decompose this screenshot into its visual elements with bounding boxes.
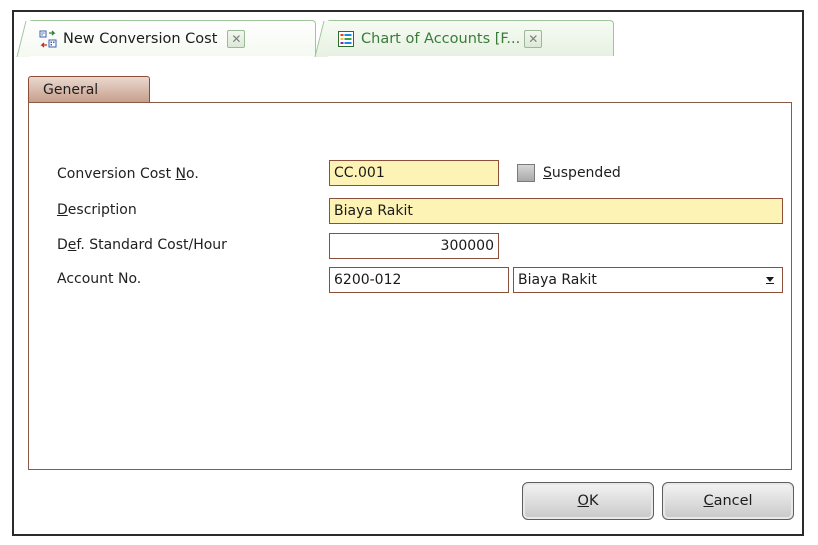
close-icon[interactable]: ✕ [524, 29, 543, 48]
description-label: Description [57, 202, 137, 218]
document-tab-strip: New Conversion Cost ✕ Chart of Accounts … [16, 18, 792, 58]
tab-label: Chart of Accounts [F... [361, 30, 521, 47]
conversion-cost-no-input[interactable]: CC.001 [329, 160, 499, 186]
account-name-value: Biaya Rakit [518, 272, 597, 288]
standard-cost-label: Def. Standard Cost/Hour [57, 237, 227, 253]
tab-new-conversion-cost[interactable]: New Conversion Cost ✕ [16, 20, 316, 57]
conversion-cost-icon [39, 30, 57, 48]
ok-button[interactable]: OK [522, 482, 654, 520]
tab-chart-of-accounts[interactable]: Chart of Accounts [F... ✕ [314, 20, 614, 57]
cancel-button[interactable]: Cancel [662, 482, 794, 520]
account-no-input[interactable]: 6200-012 [329, 267, 509, 293]
general-panel: Conversion Cost No. CC.001 Suspended Des… [28, 102, 792, 470]
tab-general[interactable]: General [28, 76, 150, 102]
account-name-dropdown[interactable]: Biaya Rakit [513, 267, 783, 293]
chevron-down-icon[interactable] [761, 271, 779, 289]
suspended-checkbox[interactable] [517, 164, 535, 182]
tab-slant [16, 21, 39, 57]
tab-slant [314, 21, 337, 57]
account-no-label: Account No. [57, 271, 142, 287]
close-icon[interactable]: ✕ [227, 29, 246, 48]
suspended-label: Suspended [543, 165, 621, 181]
conversion-cost-no-label: Conversion Cost No. [57, 166, 199, 182]
description-input[interactable]: Biaya Rakit [329, 198, 783, 224]
chart-of-accounts-icon [337, 30, 355, 48]
conversion-cost-window: New Conversion Cost ✕ Chart of Accounts … [12, 10, 804, 536]
tab-label: New Conversion Cost [63, 30, 218, 47]
standard-cost-input[interactable]: 300000 [329, 233, 499, 259]
